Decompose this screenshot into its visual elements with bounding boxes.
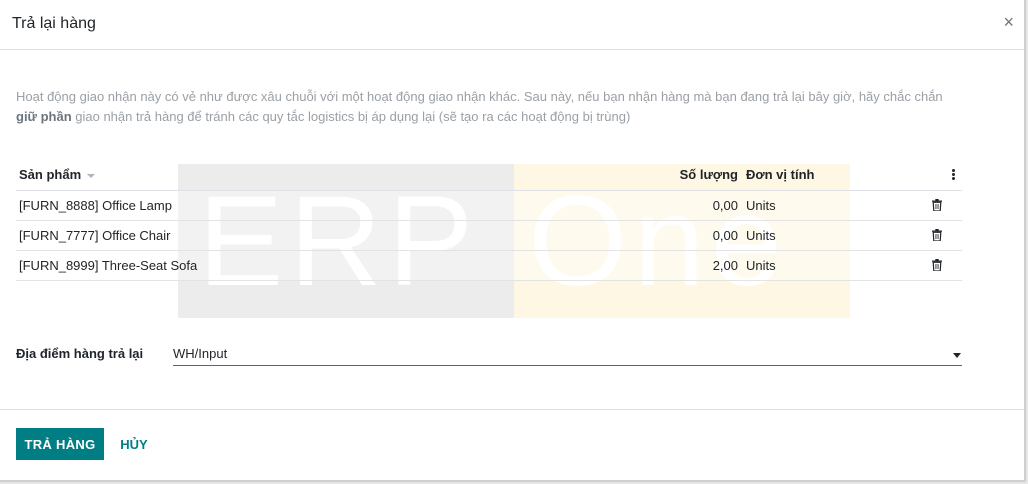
- caret-down-icon[interactable]: [953, 353, 961, 358]
- sort-down-icon: [87, 173, 96, 178]
- dialog-title: Trả lại hàng: [12, 15, 96, 32]
- chained-picking-notice: Hoạt động giao nhận này có vẻ như được x…: [16, 87, 966, 127]
- cell-quantity[interactable]: 0,00: [713, 191, 738, 220]
- cell-product[interactable]: [FURN_7777] Office Chair: [19, 221, 171, 250]
- trash-icon[interactable]: [932, 259, 942, 271]
- notice-text-bold: giữ phần: [16, 109, 72, 124]
- return-location-value: WH/Input: [173, 346, 228, 361]
- dialog-header: Trả lại hàng ×: [0, 0, 1024, 50]
- cell-uom: Units: [746, 198, 776, 213]
- cell-product[interactable]: [FURN_8999] Three-Seat Sofa: [19, 251, 197, 280]
- return-lines-table: Sản phẩm Số lượng Đơn vị tính [FURN_8888…: [16, 160, 962, 281]
- table-row[interactable]: [FURN_8888] Office Lamp 0,00 Units: [16, 191, 962, 221]
- cell-quantity[interactable]: 2,00: [713, 251, 738, 280]
- trash-icon[interactable]: [932, 229, 942, 241]
- cell-uom: Units: [746, 228, 776, 243]
- column-header-uom[interactable]: Đơn vị tính: [746, 160, 814, 190]
- column-header-product-label: Sản phẩm: [19, 167, 82, 182]
- notice-text-part2: giao nhận trả hàng để tránh các quy tắc …: [71, 109, 631, 124]
- cancel-button[interactable]: HỦY: [112, 428, 156, 460]
- cell-quantity[interactable]: 0,00: [713, 221, 738, 250]
- close-icon[interactable]: ×: [1003, 12, 1014, 32]
- table-row[interactable]: [FURN_7777] Office Chair 0,00 Units: [16, 221, 962, 251]
- return-location-label: Địa điểm hàng trả lại: [16, 346, 144, 361]
- kebab-menu-icon[interactable]: [952, 169, 955, 181]
- table-row[interactable]: [FURN_8999] Three-Seat Sofa 2,00 Units: [16, 251, 962, 281]
- table-header: Sản phẩm Số lượng Đơn vị tính: [16, 160, 962, 191]
- return-dialog: Trả lại hàng × Hoạt động giao nhận này c…: [0, 0, 1026, 482]
- column-header-product[interactable]: Sản phẩm: [19, 160, 96, 190]
- notice-text-part1: Hoạt động giao nhận này có vẻ như được x…: [16, 89, 943, 104]
- return-location-select[interactable]: WH/Input: [173, 344, 962, 366]
- dialog-footer: TRẢ HÀNG HỦY: [0, 409, 1024, 482]
- return-button[interactable]: TRẢ HÀNG: [16, 428, 104, 460]
- trash-icon[interactable]: [932, 199, 942, 211]
- cell-product[interactable]: [FURN_8888] Office Lamp: [19, 191, 172, 220]
- cell-uom: Units: [746, 258, 776, 273]
- column-header-quantity[interactable]: Số lượng: [680, 160, 738, 190]
